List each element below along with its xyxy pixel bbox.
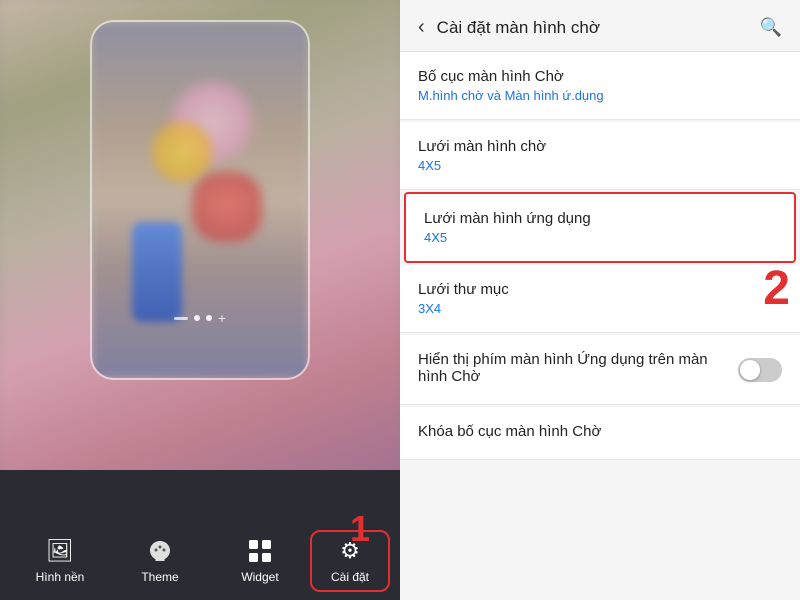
step-label-2: 2	[763, 265, 790, 313]
settings-item-app-grid-wrapper: Lưới màn hình ứng dụng 4X5 2	[400, 192, 800, 263]
item-subtitle-home-grid: 4X5	[418, 158, 782, 173]
item-subtitle-app-grid: 4X5	[424, 230, 776, 245]
left-panel: + 🖼 Hình nền Theme	[0, 0, 400, 600]
image-icon: 🖼	[45, 538, 75, 564]
settings-item-home-grid[interactable]: Lưới màn hình chờ 4X5	[400, 122, 800, 190]
nav-items-row: 🖼 Hình nền Theme	[0, 526, 400, 600]
dot-plus: +	[218, 311, 226, 325]
nav-item-wallpaper[interactable]: 🖼 Hình nền	[20, 538, 100, 584]
settings-header: ‹ Cài đặt màn hình chờ 🔍	[400, 0, 800, 52]
item-text-app-screen-btn: Hiển thị phím màn hình Ứng dụng trên màn…	[418, 351, 738, 388]
widget-icon	[245, 538, 275, 564]
bottom-navigation-bar: 🖼 Hình nền Theme	[0, 470, 400, 600]
right-panel: ‹ Cài đặt màn hình chờ 🔍 Bố cục màn hình…	[400, 0, 800, 600]
settings-item-app-screen-btn[interactable]: Hiển thị phím màn hình Ứng dụng trên màn…	[400, 335, 800, 405]
nav-label-settings: Cài đặt	[331, 570, 369, 584]
dot-circle	[194, 315, 200, 321]
phone-screen: +	[0, 0, 400, 470]
search-icon[interactable]: 🔍	[760, 17, 782, 38]
settings-list: Bố cục màn hình Chờ M.hình chờ và Màn hì…	[400, 52, 800, 600]
nav-label-widget: Widget	[241, 570, 278, 584]
nav-item-theme[interactable]: Theme	[120, 538, 200, 584]
item-title-app-grid: Lưới màn hình ứng dụng	[424, 210, 776, 227]
step-label-1: 1	[350, 508, 370, 550]
dot-circle	[206, 315, 212, 321]
phone-frame	[90, 20, 310, 380]
blob-red	[192, 172, 262, 242]
dots-row: +	[0, 311, 400, 325]
item-title-lock-layout: Khóa bố cục màn hình Chờ	[418, 423, 782, 440]
nav-item-widget[interactable]: Widget	[220, 538, 300, 584]
settings-item-folder-grid[interactable]: Lưới thư mục 3X4	[400, 265, 800, 333]
settings-item-layout[interactable]: Bố cục màn hình Chờ M.hình chờ và Màn hì…	[400, 52, 800, 120]
dot-dash	[174, 317, 188, 320]
item-title-home-grid: Lưới màn hình chờ	[418, 138, 782, 155]
item-subtitle-layout: M.hình chờ và Màn hình ứ.dụng	[418, 88, 782, 103]
item-title-folder-grid: Lưới thư mục	[418, 281, 782, 298]
back-button[interactable]: ‹	[418, 16, 425, 39]
settings-page-title: Cài đặt màn hình chờ	[437, 18, 760, 38]
item-title-layout: Bố cục màn hình Chờ	[418, 68, 782, 85]
toggle-app-screen-btn[interactable]	[738, 358, 782, 382]
settings-item-lock-layout[interactable]: Khóa bố cục màn hình Chờ	[400, 407, 800, 460]
nav-label-theme: Theme	[141, 570, 178, 584]
blob-yellow	[152, 122, 212, 182]
settings-item-app-grid[interactable]: Lưới màn hình ứng dụng 4X5	[404, 192, 796, 263]
item-subtitle-folder-grid: 3X4	[418, 301, 782, 316]
theme-icon	[145, 538, 175, 564]
blob-blue	[132, 222, 182, 322]
nav-label-wallpaper: Hình nền	[36, 570, 85, 584]
item-title-app-screen-btn: Hiển thị phím màn hình Ứng dụng trên màn…	[418, 351, 726, 385]
